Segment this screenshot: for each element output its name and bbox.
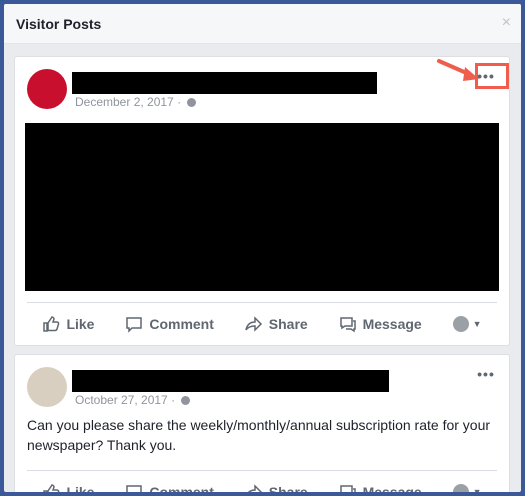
share-button[interactable]: Share [245, 315, 308, 333]
globe-icon [181, 396, 191, 405]
post-text: Can you please share the weekly/monthly/… [27, 417, 491, 453]
share-label: Share [268, 484, 308, 492]
share-arrow-icon [245, 316, 262, 332]
post-meta: December 2, 2017 · [75, 95, 197, 109]
message-button[interactable]: Message [339, 315, 422, 333]
comment-icon [126, 317, 143, 333]
like-label: Like [66, 316, 95, 332]
post-as-selector[interactable]: ▼ [452, 316, 482, 332]
message-icon [339, 485, 356, 492]
more-options-button[interactable]: ••• [475, 69, 497, 85]
dialog-header: Visitor Posts × [4, 4, 521, 44]
message-button[interactable]: Message [339, 483, 422, 492]
redacted-author-name [72, 370, 389, 392]
thumbs-up-icon [43, 316, 60, 332]
share-label: Share [268, 316, 308, 332]
share-button[interactable]: Share [245, 483, 308, 492]
like-label: Like [66, 484, 95, 492]
message-label: Message [362, 484, 422, 492]
caret-down-icon: ▼ [472, 319, 482, 329]
close-icon[interactable]: × [502, 15, 511, 31]
visitor-post: December 2, 2017 · ••• Like Comment Shar… [14, 56, 510, 346]
caret-down-icon: ▼ [472, 487, 482, 492]
avatar[interactable] [27, 367, 67, 407]
message-icon [339, 317, 356, 333]
globe-icon [187, 98, 197, 107]
redacted-media[interactable] [25, 123, 499, 291]
separator-dot: · [171, 393, 179, 407]
comment-button[interactable]: Comment [125, 483, 214, 492]
visitor-post: October 27, 2017 · ••• Can you please sh… [14, 354, 510, 492]
share-arrow-icon [247, 484, 262, 492]
message-label: Message [362, 316, 422, 332]
visitor-posts-dialog: Visitor Posts × December 2, 2017 · ••• L… [4, 4, 521, 492]
page-avatar [452, 316, 469, 332]
post-date[interactable]: October 27, 2017 [75, 393, 168, 407]
comment-icon [126, 485, 143, 492]
redacted-author-name [72, 72, 377, 94]
post-meta: October 27, 2017 · [75, 393, 191, 407]
post-date[interactable]: December 2, 2017 [75, 95, 174, 109]
comment-button[interactable]: Comment [125, 315, 214, 333]
post-actions: Like Comment Share Message ▼ [27, 302, 497, 345]
comment-label: Comment [149, 484, 214, 492]
avatar[interactable] [27, 69, 67, 109]
like-button[interactable]: Like [42, 315, 94, 333]
separator-dot: · [177, 95, 185, 109]
page-avatar [452, 484, 469, 492]
dialog-title: Visitor Posts [16, 16, 102, 32]
comment-label: Comment [149, 316, 214, 332]
post-as-selector[interactable]: ▼ [452, 484, 482, 492]
more-options-button[interactable]: ••• [475, 367, 497, 383]
post-actions: Like Comment Share Message ▼ [27, 470, 497, 492]
thumbs-up-icon [43, 484, 60, 492]
like-button[interactable]: Like [42, 483, 94, 492]
